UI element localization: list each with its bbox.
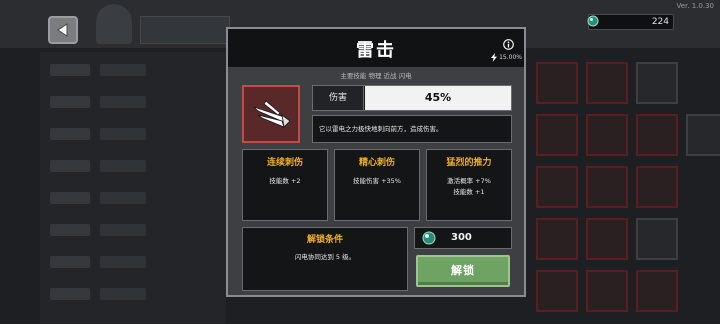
damage-row: 伤害 45%	[312, 85, 512, 111]
unlock-cost: 300	[414, 227, 512, 249]
lightning-bolt-icon	[491, 53, 498, 62]
background-skill-list	[40, 52, 226, 324]
upgrade-effect: 技能数 +1	[453, 188, 485, 196]
background-character-portrait	[96, 4, 132, 44]
background-tab-button	[140, 16, 230, 44]
upgrade-title: 猛烈的推力	[446, 158, 492, 168]
upgrade-card-2: 精心刺伤 技能伤害 +35%	[334, 149, 420, 221]
skill-description: 它以雷电之力极快地刺向前方，造成伤害。	[312, 115, 512, 143]
upgrade-card-1: 连续刺伤 技能数 +2	[242, 149, 328, 221]
skill-tags: 主要技能 物理 近战 闪电	[340, 72, 412, 80]
unlock-condition-box: 解锁条件 闪电协同达到 5 级。	[242, 227, 408, 291]
gem-icon	[587, 15, 599, 27]
background-skill-grid	[510, 52, 720, 324]
modal-header: 雷击 15.00%	[228, 29, 524, 67]
currency-display: 224	[587, 14, 674, 30]
upgrade-effect: 技能伤害 +35%	[353, 177, 401, 185]
damage-value: 45%	[365, 86, 511, 110]
skill-detail-modal: 雷击 15.00% 主要技能 物理 近战 闪电 伤害 45% 它以雷电之力极快地	[226, 27, 526, 297]
version-label: Ver. 1.0.30	[676, 2, 714, 10]
damage-label: 伤害	[313, 86, 364, 110]
upgrade-effect: 激活概率 +7%	[447, 177, 491, 185]
lightning-strike-icon	[253, 100, 291, 128]
triangle-left-icon	[57, 23, 68, 37]
back-button[interactable]	[48, 16, 78, 44]
currency-value: 224	[651, 17, 669, 27]
upgrade-card-3: 猛烈的推力 激活概率 +7% 技能数 +1	[426, 149, 512, 221]
info-icon[interactable]	[503, 39, 514, 50]
unlock-condition-text: 闪电协同达到 5 级。	[294, 253, 356, 261]
crit-chance-value: 15.00%	[499, 54, 522, 61]
skill-icon	[242, 85, 300, 143]
unlock-button[interactable]: 解锁	[416, 255, 510, 287]
unlock-condition-title: 解锁条件	[306, 235, 343, 245]
upgrade-title: 连续刺伤	[266, 158, 303, 168]
upgrade-title: 精心刺伤	[358, 158, 395, 168]
skill-title: 雷击	[356, 40, 396, 61]
gem-icon	[422, 231, 436, 245]
crit-chance: 15.00%	[491, 53, 522, 62]
upgrade-effect: 技能数 +2	[269, 177, 301, 185]
unlock-cost-value: 300	[451, 232, 472, 243]
